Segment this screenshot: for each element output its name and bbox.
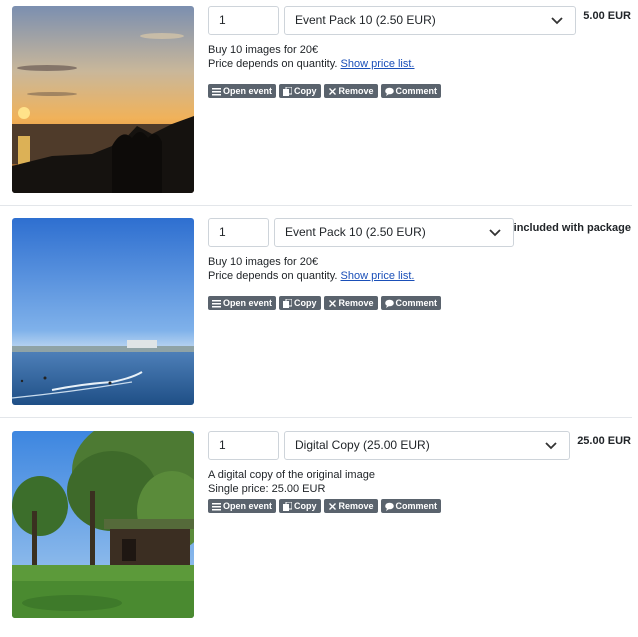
copy-button[interactable]: Copy — [279, 84, 321, 98]
close-icon — [328, 502, 337, 511]
copy-icon — [283, 298, 293, 308]
sunset-photo-thumbnail[interactable] — [12, 6, 194, 193]
description-line: Buy 10 images for 20€ — [208, 256, 319, 268]
beach-photo-thumbnail[interactable] — [12, 218, 194, 405]
product-select[interactable]: Event Pack 10 (2.50 EUR) — [284, 6, 576, 35]
product-select[interactable]: Event Pack 10 (2.50 EUR) — [274, 218, 514, 247]
quantity-input[interactable]: 1 — [208, 6, 279, 35]
description-line: Single price: 25.00 EUR — [208, 483, 326, 495]
comment-button[interactable]: Comment — [380, 296, 442, 310]
cart-item: 1 Event Pack 10 (2.50 EUR) 5.00 EUR Buy … — [0, 0, 638, 212]
remove-button[interactable]: Remove — [323, 499, 378, 513]
item-price: 25.00 EUR — [577, 435, 631, 447]
chevron-down-icon — [539, 7, 575, 34]
show-price-list-link[interactable]: Show price list. — [341, 58, 415, 70]
item-divider — [0, 205, 632, 206]
list-icon — [212, 502, 221, 511]
cart-item: 1 Event Pack 10 (2.50 EUR) included with… — [0, 212, 638, 424]
show-price-list-link[interactable]: Show price list. — [341, 270, 415, 282]
item-actions: Open event Copy Remove Comment — [208, 84, 442, 98]
open-event-button[interactable]: Open event — [208, 499, 277, 513]
item-description: Buy 10 images for 20€ Price depends on q… — [208, 255, 415, 283]
copy-button[interactable]: Copy — [279, 296, 321, 310]
description-line: Buy 10 images for 20€ — [208, 44, 319, 56]
cart-item: 1 Digital Copy (25.00 EUR) 25.00 EUR A d… — [0, 425, 638, 637]
item-actions: Open event Copy Remove Comment — [208, 499, 442, 513]
description-line: A digital copy of the original image — [208, 469, 375, 481]
description-line: Price depends on quantity. Show price li… — [208, 270, 415, 282]
open-event-button[interactable]: Open event — [208, 296, 277, 310]
item-description: A digital copy of the original image Sin… — [208, 468, 375, 496]
speech-bubble-icon — [384, 299, 394, 308]
product-select-value: Event Pack 10 (2.50 EUR) — [285, 225, 426, 239]
item-divider — [0, 417, 632, 418]
comment-button[interactable]: Comment — [380, 499, 442, 513]
speech-bubble-icon — [384, 502, 394, 511]
product-select[interactable]: Digital Copy (25.00 EUR) — [284, 431, 570, 460]
item-price: included with package — [513, 222, 631, 234]
quantity-input[interactable]: 1 — [208, 218, 269, 247]
list-icon — [212, 87, 221, 96]
item-description: Buy 10 images for 20€ Price depends on q… — [208, 43, 415, 71]
remove-button[interactable]: Remove — [323, 296, 378, 310]
list-icon — [212, 299, 221, 308]
item-price: 5.00 EUR — [583, 10, 631, 22]
remove-button[interactable]: Remove — [323, 84, 378, 98]
chevron-down-icon — [477, 219, 513, 246]
speech-bubble-icon — [384, 87, 394, 96]
comment-button[interactable]: Comment — [380, 84, 442, 98]
close-icon — [328, 299, 337, 308]
open-event-button[interactable]: Open event — [208, 84, 277, 98]
description-line: Price depends on quantity. Show price li… — [208, 58, 415, 70]
product-select-value: Digital Copy (25.00 EUR) — [295, 438, 430, 452]
forest-cabin-photo-thumbnail[interactable] — [12, 431, 194, 618]
chevron-down-icon — [533, 432, 569, 459]
product-select-value: Event Pack 10 (2.50 EUR) — [295, 13, 436, 27]
item-actions: Open event Copy Remove Comment — [208, 296, 442, 310]
copy-icon — [283, 501, 293, 511]
copy-button[interactable]: Copy — [279, 499, 321, 513]
quantity-input[interactable]: 1 — [208, 431, 279, 460]
close-icon — [328, 87, 337, 96]
copy-icon — [283, 86, 293, 96]
